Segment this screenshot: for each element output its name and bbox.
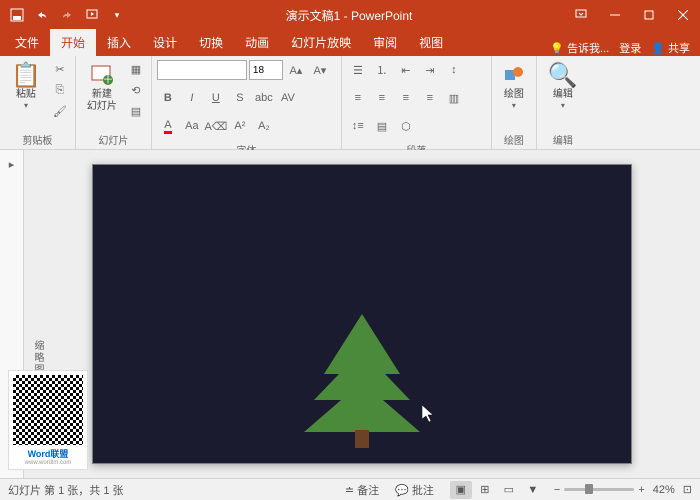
format-painter-icon[interactable]: 🖌 xyxy=(50,101,70,121)
slide-counter: 幻灯片 第 1 张，共 1 张 xyxy=(8,482,124,498)
cut-icon[interactable]: ✂ xyxy=(50,59,70,79)
share-button[interactable]: 👤 共享 xyxy=(651,40,690,56)
grow-font-icon[interactable]: A▴ xyxy=(285,59,307,81)
tab-insert[interactable]: 插入 xyxy=(96,29,142,56)
fit-window-icon[interactable]: ⊡ xyxy=(683,483,692,496)
underline-icon[interactable]: U xyxy=(205,87,227,109)
shadow-icon[interactable]: abc xyxy=(253,87,275,109)
zoom-out-icon[interactable]: − xyxy=(554,484,560,496)
group-slides: ＋ 新建 幻灯片 ▦ ⟲ ▤ 幻灯片 xyxy=(76,56,152,149)
indent-inc-icon[interactable]: ⇥ xyxy=(419,59,441,81)
slide-canvas[interactable] xyxy=(24,150,700,478)
superscript-icon[interactable]: A² xyxy=(229,115,251,137)
maximize-icon[interactable] xyxy=(632,0,666,30)
window-title: 演示文稿1 - PowerPoint xyxy=(134,7,564,24)
tab-view[interactable]: 视图 xyxy=(408,29,454,56)
normal-view-icon[interactable]: ▣ xyxy=(450,481,472,499)
svg-text:＋: ＋ xyxy=(102,74,113,86)
sorter-view-icon[interactable]: ⊞ xyxy=(474,481,496,499)
font-family-select[interactable] xyxy=(157,60,247,80)
quick-access-toolbar: ▾ xyxy=(0,4,134,26)
layout-icon[interactable]: ▦ xyxy=(126,59,146,79)
tab-design[interactable]: 设计 xyxy=(142,29,188,56)
smartart-icon[interactable]: ⬡ xyxy=(395,115,417,137)
qat-customize-icon[interactable]: ▾ xyxy=(106,4,128,26)
align-center-icon[interactable]: ≡ xyxy=(371,87,393,109)
qr-code-icon xyxy=(13,375,83,445)
group-editing: 🔍 编辑 ▾ 编辑 xyxy=(537,56,589,149)
strike-icon[interactable]: S xyxy=(229,87,251,109)
watermark-qr: Word联盟 www.wordlm.com xyxy=(8,370,88,470)
status-bar: 幻灯片 第 1 张，共 1 张 ≐ 备注 💬 批注 ▣ ⊞ ▭ ▼ − + 42… xyxy=(0,478,700,500)
spacing-icon[interactable]: AV xyxy=(277,87,299,109)
clear-format-icon[interactable]: A⌫ xyxy=(205,115,227,137)
line-spacing-icon[interactable]: ↕≡ xyxy=(347,115,369,137)
group-paragraph: ☰ ⒈ ⇤ ⇥ ↕ ≡ ≡ ≡ ≡ ▥ ↕≡ ▤ ⬡ 段落 xyxy=(342,56,492,149)
new-slide-button[interactable]: ＋ 新建 幻灯片 xyxy=(81,59,123,115)
group-drawing: 绘图 ▾ 绘图 xyxy=(492,56,537,149)
notes-button[interactable]: ≐ 备注 xyxy=(345,482,379,498)
minimize-icon[interactable] xyxy=(598,0,632,30)
shrink-font-icon[interactable]: A▾ xyxy=(309,59,331,81)
zoom-in-icon[interactable]: + xyxy=(638,484,644,496)
close-icon[interactable] xyxy=(666,0,700,30)
subscript-icon[interactable]: A₂ xyxy=(253,115,275,137)
zoom-level[interactable]: 42% xyxy=(653,484,675,496)
font-size-input[interactable]: 18 xyxy=(249,60,283,80)
reset-icon[interactable]: ⟲ xyxy=(126,80,146,100)
copy-icon[interactable]: ⎘ xyxy=(50,80,70,100)
tell-me[interactable]: 💡 告诉我... xyxy=(550,40,609,56)
login-link[interactable]: 登录 xyxy=(619,40,641,56)
align-left-icon[interactable]: ≡ xyxy=(347,87,369,109)
tab-review[interactable]: 审阅 xyxy=(362,29,408,56)
paste-button[interactable]: 📋 粘贴 ▾ xyxy=(5,59,47,112)
ribbon-options-icon[interactable] xyxy=(564,0,598,30)
tab-home[interactable]: 开始 xyxy=(50,29,96,56)
columns-icon[interactable]: ▥ xyxy=(443,87,465,109)
italic-icon[interactable]: I xyxy=(181,87,203,109)
change-case-icon[interactable]: Aa xyxy=(181,115,203,137)
redo-icon[interactable] xyxy=(56,4,78,26)
comments-button[interactable]: 💬 批注 xyxy=(395,482,434,498)
save-icon[interactable] xyxy=(6,4,28,26)
new-slide-icon: ＋ xyxy=(90,61,114,89)
tab-file[interactable]: 文件 xyxy=(4,29,50,56)
numbering-icon[interactable]: ⒈ xyxy=(371,59,393,81)
zoom-controls: − + 42% ⊡ xyxy=(554,483,692,496)
paste-icon: 📋 xyxy=(11,61,41,89)
find-icon: 🔍 xyxy=(548,61,578,89)
bold-icon[interactable]: B xyxy=(157,87,179,109)
tree-bottom xyxy=(304,382,420,432)
slide[interactable] xyxy=(92,164,632,464)
ribbon-tabs: 文件 开始 插入 设计 切换 动画 幻灯片放映 审阅 视图 💡 告诉我... 登… xyxy=(0,30,700,56)
bullets-icon[interactable]: ☰ xyxy=(347,59,369,81)
editing-button[interactable]: 🔍 编辑 ▾ xyxy=(542,59,584,112)
shapes-icon xyxy=(503,61,525,89)
expand-thumbnails-icon[interactable]: ▸ xyxy=(9,158,15,171)
font-color-icon[interactable]: A xyxy=(157,115,179,137)
window-controls xyxy=(564,0,700,30)
undo-icon[interactable] xyxy=(31,4,53,26)
section-icon[interactable]: ▤ xyxy=(126,101,146,121)
work-area: ▸ 缩略图 Word联盟 www.wordlm.com xyxy=(0,150,700,478)
tree-trunk xyxy=(355,430,369,448)
slideshow-view-icon[interactable]: ▼ xyxy=(522,481,544,499)
indent-dec-icon[interactable]: ⇤ xyxy=(395,59,417,81)
align-right-icon[interactable]: ≡ xyxy=(395,87,417,109)
zoom-slider[interactable] xyxy=(564,488,634,491)
tab-transitions[interactable]: 切换 xyxy=(188,29,234,56)
text-direction-icon[interactable]: ↕ xyxy=(443,59,465,81)
group-clipboard: 📋 粘贴 ▾ ✂ ⎘ 🖌 剪贴板 xyxy=(0,56,76,149)
drawing-button[interactable]: 绘图 ▾ xyxy=(497,59,531,112)
group-font: 18 A▴ A▾ B I U S abc AV A Aa A⌫ A² A₂ 字体 xyxy=(152,56,342,149)
tab-slideshow[interactable]: 幻灯片放映 xyxy=(280,29,362,56)
reading-view-icon[interactable]: ▭ xyxy=(498,481,520,499)
justify-icon[interactable]: ≡ xyxy=(419,87,441,109)
align-text-icon[interactable]: ▤ xyxy=(371,115,393,137)
tab-animations[interactable]: 动画 xyxy=(234,29,280,56)
ribbon: 📋 粘贴 ▾ ✂ ⎘ 🖌 剪贴板 ＋ 新建 幻灯片 ▦ ⟲ ▤ 幻灯片 xyxy=(0,56,700,150)
title-bar: ▾ 演示文稿1 - PowerPoint xyxy=(0,0,700,30)
start-show-icon[interactable] xyxy=(81,4,103,26)
